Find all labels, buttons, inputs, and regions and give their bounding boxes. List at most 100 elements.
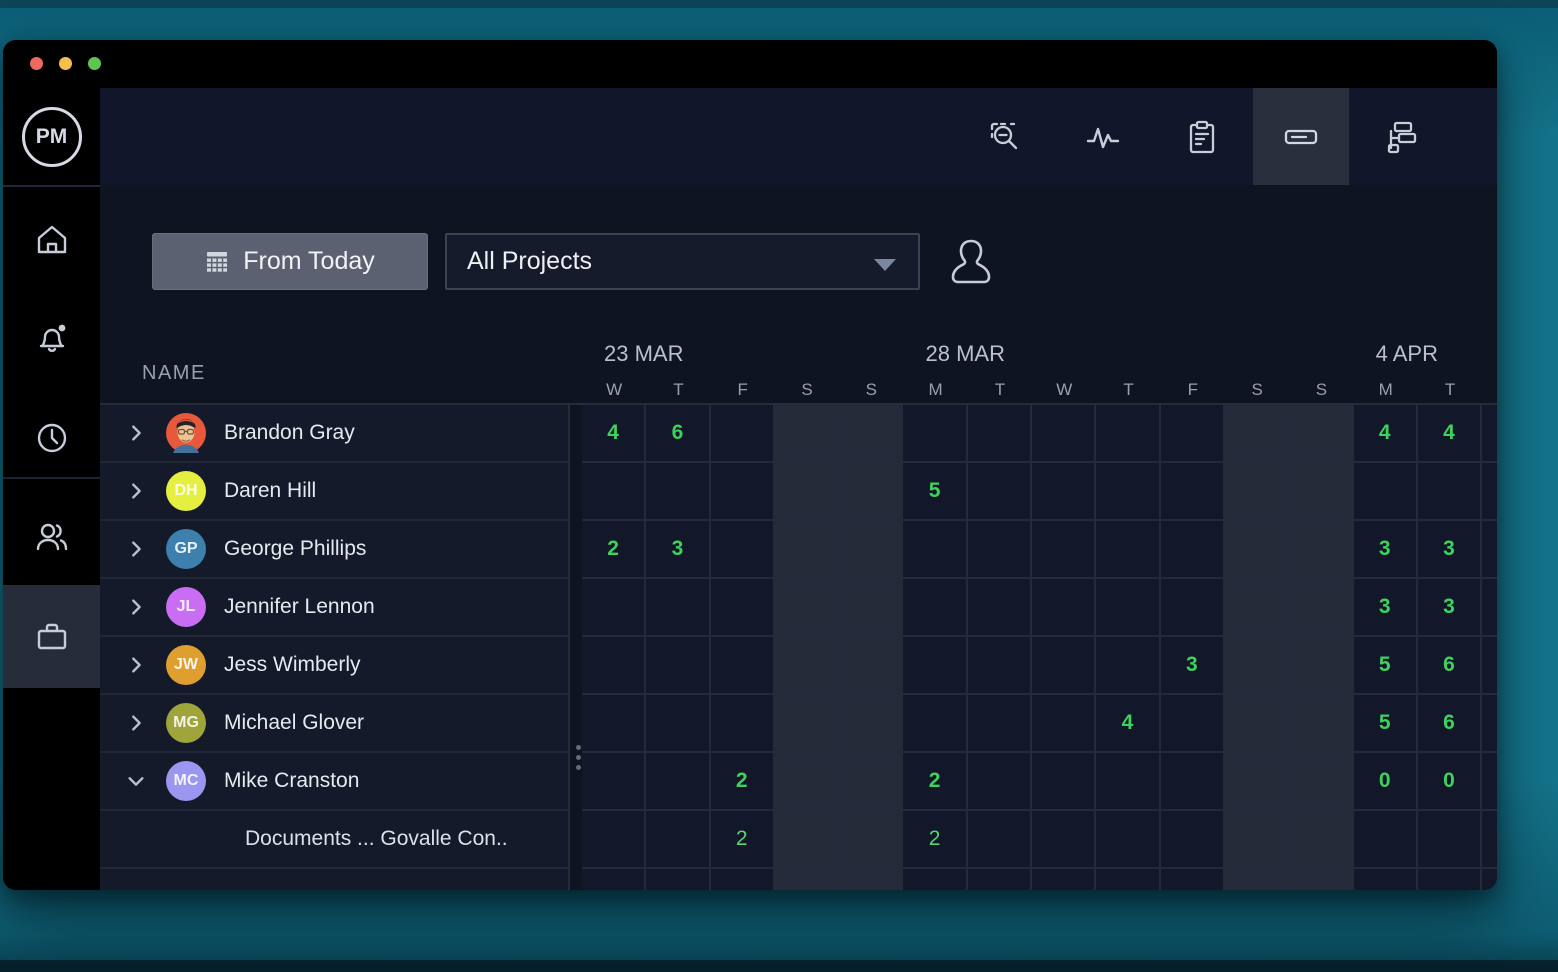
workload-cell[interactable] — [1418, 463, 1482, 519]
workload-cell[interactable] — [1289, 695, 1353, 751]
workload-cell[interactable]: 3 — [1161, 637, 1225, 693]
workload-cell[interactable] — [711, 695, 775, 751]
workload-cell[interactable] — [1161, 405, 1225, 461]
workload-cell[interactable]: 4 — [582, 405, 646, 461]
workload-cell[interactable] — [1289, 811, 1353, 867]
chevron-down-icon[interactable] — [126, 771, 146, 791]
workload-cell[interactable] — [968, 637, 1032, 693]
sidebar-item-time[interactable] — [3, 410, 100, 466]
workload-cell[interactable] — [1225, 753, 1289, 809]
workload-cell[interactable] — [968, 695, 1032, 751]
workload-cell[interactable] — [1032, 637, 1096, 693]
workload-cell[interactable] — [1032, 405, 1096, 461]
member-row[interactable]: Brandon Gray — [100, 405, 568, 463]
workload-cell[interactable] — [711, 869, 775, 890]
workload-cell[interactable]: 2 — [582, 521, 646, 577]
workload-cell[interactable] — [1096, 753, 1160, 809]
workload-cell[interactable] — [775, 405, 839, 461]
workload-cell[interactable] — [1354, 811, 1418, 867]
workload-cell[interactable] — [711, 463, 775, 519]
workload-cell[interactable] — [839, 811, 903, 867]
workload-cell[interactable] — [775, 579, 839, 635]
workload-cell[interactable] — [1289, 579, 1353, 635]
workload-cell[interactable] — [1289, 637, 1353, 693]
workload-cell[interactable] — [1225, 579, 1289, 635]
projects-dropdown[interactable]: All Projects — [445, 233, 920, 290]
member-row[interactable]: JLJennifer Lennon — [100, 579, 568, 637]
workload-cell[interactable] — [1032, 811, 1096, 867]
workload-cell[interactable] — [1096, 521, 1160, 577]
workload-cell[interactable] — [1354, 463, 1418, 519]
workload-cell[interactable] — [582, 869, 646, 890]
workload-cell[interactable] — [1225, 811, 1289, 867]
toolbar-select-zoom-button[interactable] — [957, 88, 1053, 185]
chevron-right-icon[interactable] — [126, 423, 146, 443]
workload-cell[interactable] — [646, 579, 710, 635]
toolbar-clipboard-button[interactable] — [1154, 88, 1250, 185]
workload-cell[interactable] — [1096, 811, 1160, 867]
app-logo[interactable]: PM — [3, 88, 100, 187]
workload-cell[interactable] — [968, 869, 1032, 890]
workload-cell[interactable]: 0 — [1354, 753, 1418, 809]
workload-cell[interactable] — [582, 579, 646, 635]
sidebar-item-team[interactable] — [3, 510, 100, 566]
workload-cell[interactable] — [775, 811, 839, 867]
workload-cell[interactable] — [1161, 753, 1225, 809]
workload-cell[interactable] — [968, 753, 1032, 809]
workload-cell[interactable] — [903, 405, 967, 461]
workload-cell[interactable] — [1225, 521, 1289, 577]
workload-cell[interactable] — [1032, 753, 1096, 809]
workload-cell[interactable]: 2 — [903, 811, 967, 867]
workload-cell[interactable] — [1161, 579, 1225, 635]
workload-cell[interactable] — [968, 521, 1032, 577]
workload-cell[interactable]: 6 — [1418, 695, 1482, 751]
workload-cell[interactable] — [839, 637, 903, 693]
workload-cell[interactable] — [839, 695, 903, 751]
workload-cell[interactable]: 4 — [1354, 405, 1418, 461]
workload-cell[interactable] — [839, 405, 903, 461]
workload-cell[interactable] — [1096, 463, 1160, 519]
toolbar-workload-button[interactable] — [1253, 88, 1349, 185]
workload-cell[interactable]: 5 — [1354, 637, 1418, 693]
workload-cell[interactable] — [582, 811, 646, 867]
sidebar-item-home[interactable] — [3, 212, 100, 268]
workload-cell[interactable] — [1289, 405, 1353, 461]
workload-cell[interactable] — [1096, 637, 1160, 693]
workload-cell[interactable] — [1225, 695, 1289, 751]
workload-cell[interactable] — [1032, 695, 1096, 751]
workload-cell[interactable] — [1225, 463, 1289, 519]
workload-cell[interactable] — [1096, 869, 1160, 890]
member-row[interactable]: GPGeorge Phillips — [100, 521, 568, 579]
workload-cell[interactable]: 4 — [1096, 695, 1160, 751]
workload-cell[interactable] — [839, 521, 903, 577]
workload-cell[interactable] — [903, 695, 967, 751]
workload-cell[interactable] — [968, 811, 1032, 867]
workload-cell[interactable] — [968, 405, 1032, 461]
chevron-right-icon[interactable] — [126, 655, 146, 675]
zoom-window-button[interactable] — [88, 57, 101, 70]
workload-cell[interactable] — [1032, 521, 1096, 577]
workload-cell[interactable] — [1225, 405, 1289, 461]
member-row[interactable]: DHDaren Hill — [100, 463, 568, 521]
close-window-button[interactable] — [30, 57, 43, 70]
workload-cell[interactable] — [775, 869, 839, 890]
member-row[interactable]: MGMichael Glover — [100, 695, 568, 753]
assignee-filter-button[interactable] — [945, 235, 997, 289]
workload-cell[interactable] — [775, 463, 839, 519]
workload-cell[interactable] — [711, 579, 775, 635]
workload-cell[interactable] — [1289, 463, 1353, 519]
sidebar-item-notifications[interactable] — [3, 310, 100, 366]
workload-cell[interactable] — [839, 579, 903, 635]
workload-cell[interactable] — [775, 637, 839, 693]
workload-cell[interactable] — [711, 521, 775, 577]
workload-cell[interactable] — [582, 753, 646, 809]
workload-cell[interactable] — [1032, 463, 1096, 519]
workload-cell[interactable]: 6 — [1418, 637, 1482, 693]
workload-cell[interactable]: 5 — [903, 463, 967, 519]
workload-cell[interactable] — [1161, 869, 1225, 890]
workload-cell[interactable] — [1418, 869, 1482, 890]
workload-cell[interactable]: 3 — [1418, 521, 1482, 577]
chevron-right-icon[interactable] — [126, 539, 146, 559]
workload-cell[interactable] — [646, 869, 710, 890]
workload-cell[interactable]: 2 — [903, 753, 967, 809]
